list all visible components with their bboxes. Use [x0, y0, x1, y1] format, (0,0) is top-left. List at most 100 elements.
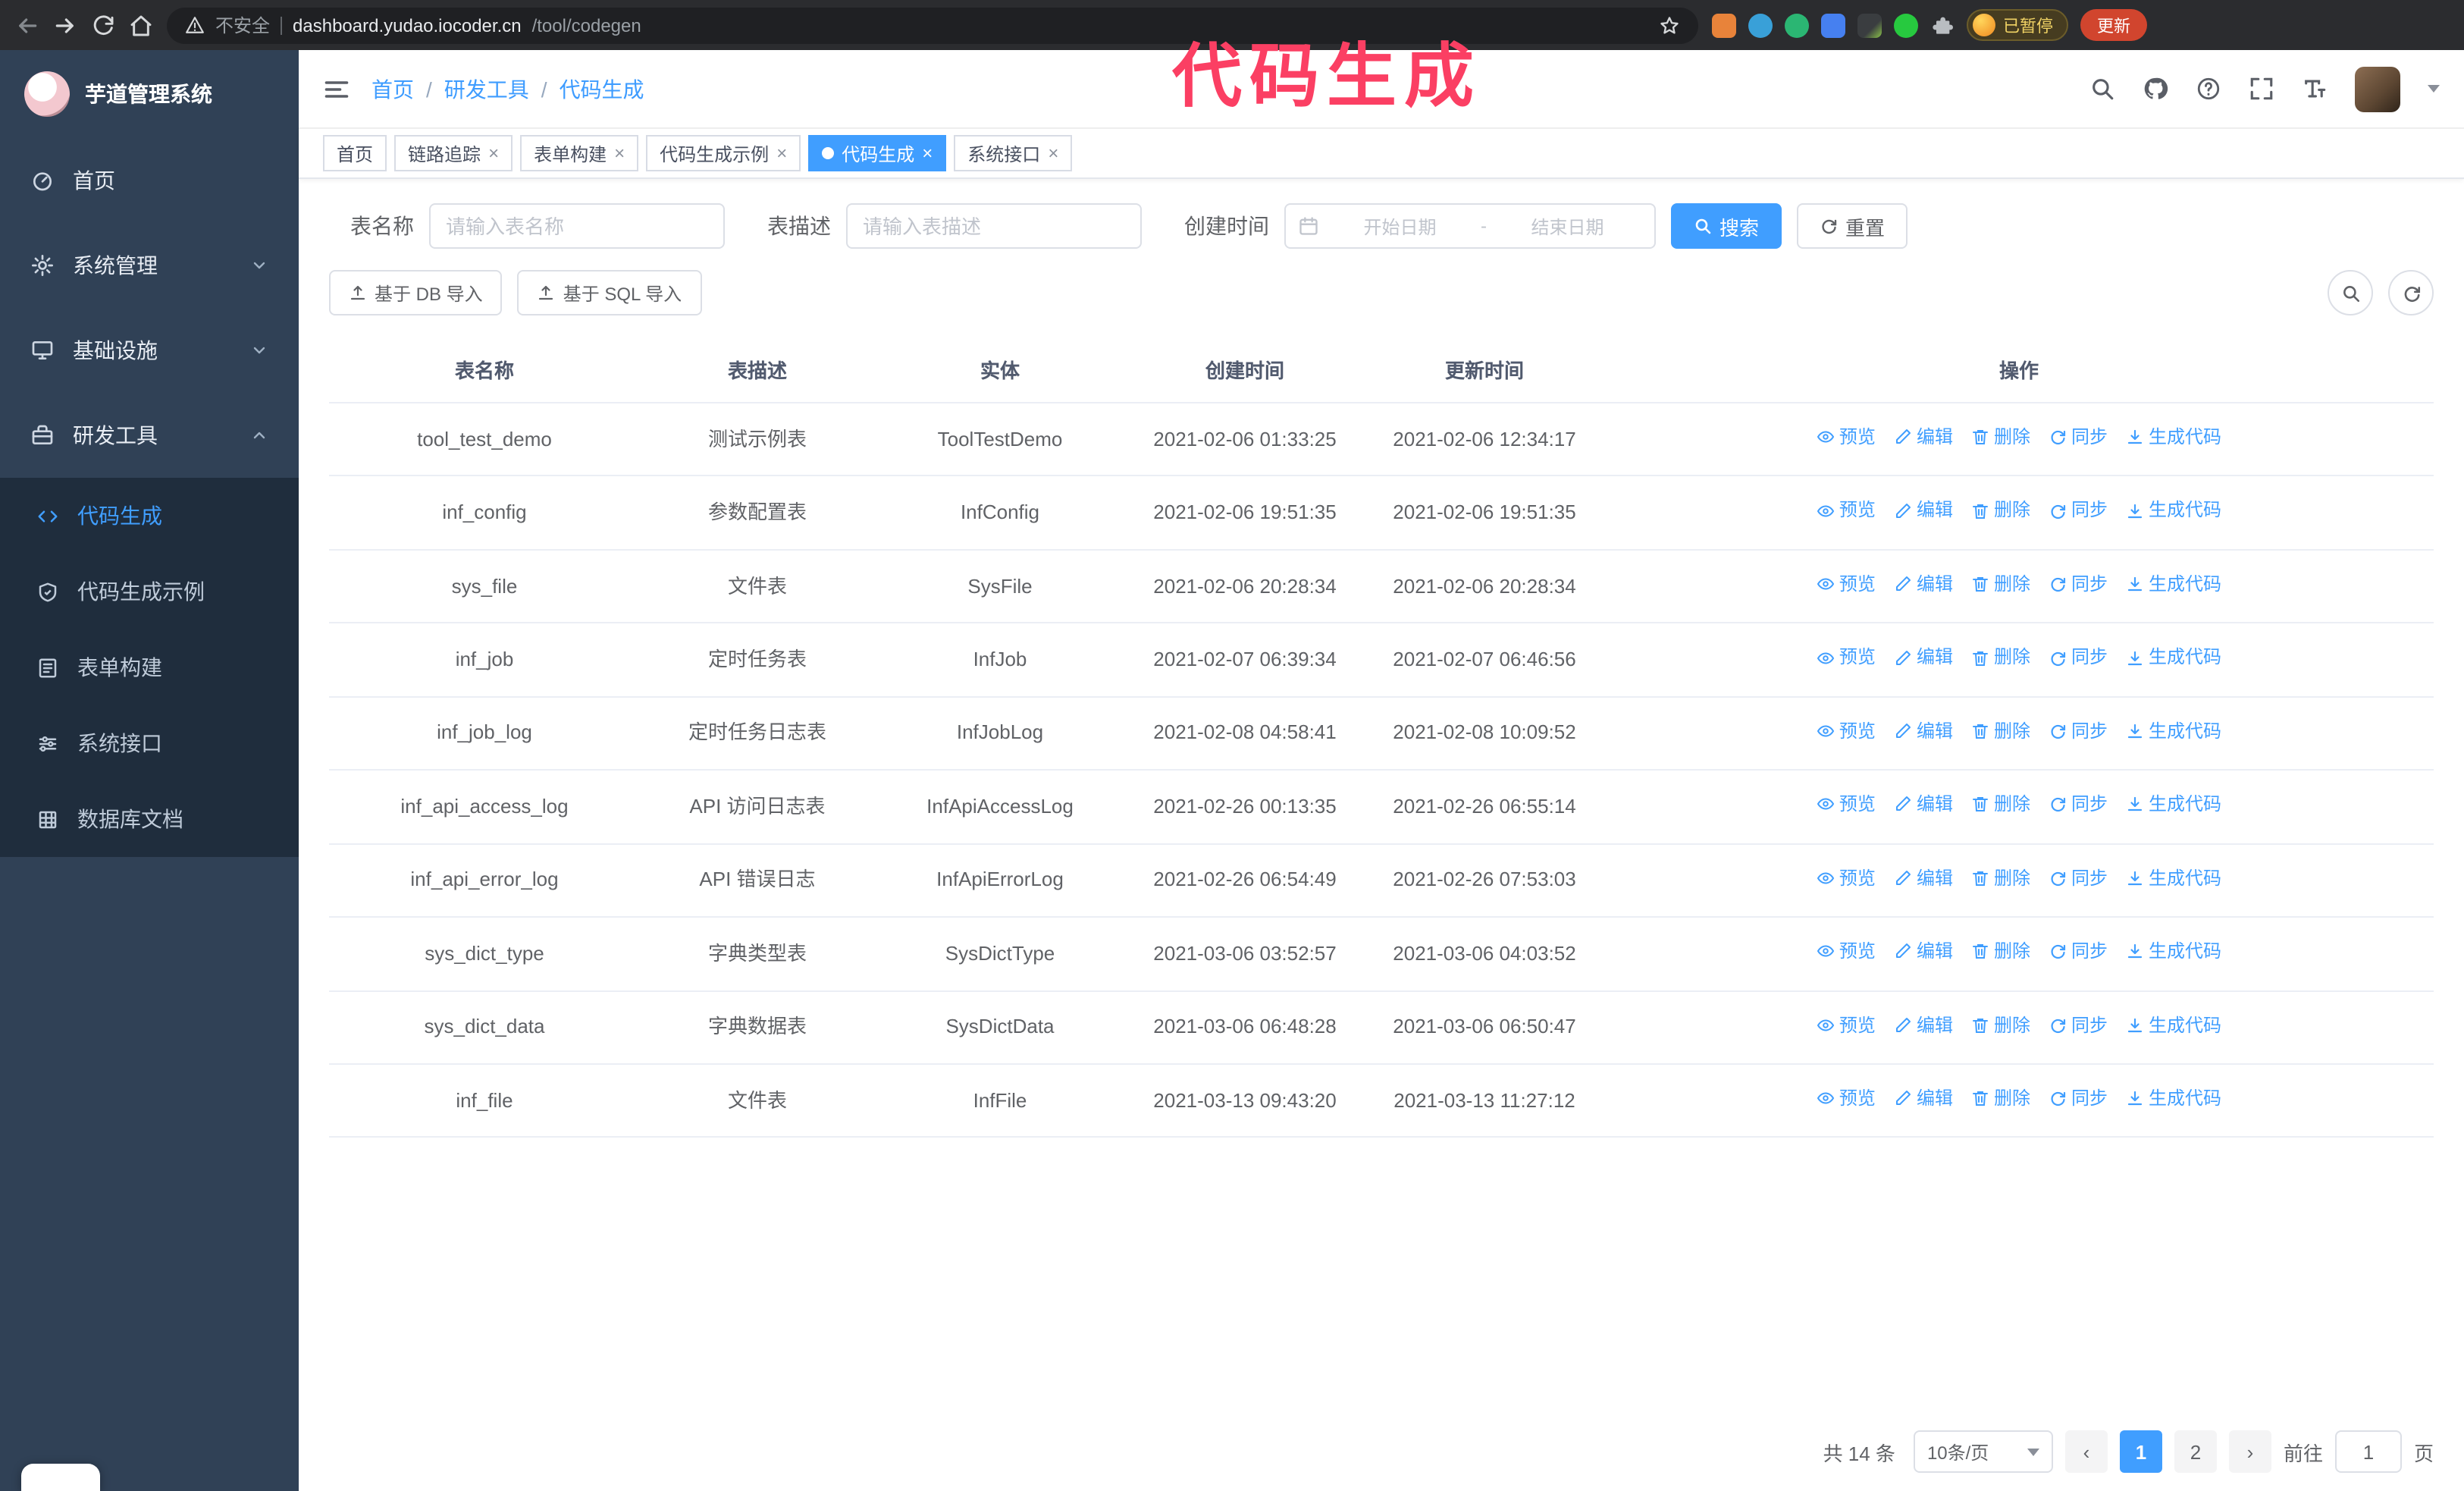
font-size-icon[interactable]: [2302, 76, 2328, 102]
sync-link[interactable]: 同步: [2049, 497, 2108, 525]
extension-icon[interactable]: [1748, 13, 1773, 37]
close-icon[interactable]: ×: [614, 144, 625, 162]
edit-link[interactable]: 编辑: [1894, 864, 1953, 892]
sidebar-item-home[interactable]: 首页: [0, 138, 299, 223]
edit-link[interactable]: 编辑: [1894, 790, 1953, 818]
user-avatar[interactable]: [2355, 66, 2400, 111]
preview-link[interactable]: 预览: [1817, 1085, 1876, 1113]
search-icon[interactable]: [2089, 76, 2115, 102]
sidebar-item-codegen-example[interactable]: 代码生成示例: [0, 554, 299, 629]
import-sql-button[interactable]: 基于 SQL 导入: [517, 270, 702, 315]
app-logo[interactable]: 芋道管理系统: [0, 50, 299, 138]
back-icon[interactable]: [15, 13, 39, 37]
edit-link[interactable]: 编辑: [1894, 937, 1953, 965]
tab-tracing[interactable]: 链路追踪 ×: [394, 135, 513, 171]
delete-link[interactable]: 删除: [1971, 864, 2030, 892]
page-button-1[interactable]: 1: [2119, 1430, 2162, 1473]
breadcrumb-devtools[interactable]: 研发工具: [444, 74, 529, 104]
delete-link[interactable]: 删除: [1971, 497, 2030, 525]
sidebar-item-devtools[interactable]: 研发工具: [0, 393, 299, 478]
preview-link[interactable]: 预览: [1817, 644, 1876, 672]
generate-link[interactable]: 生成代码: [2126, 790, 2221, 818]
avatar-caret-icon[interactable]: [2428, 85, 2440, 93]
sync-link[interactable]: 同步: [2049, 423, 2108, 451]
profile-paused-chip[interactable]: 已暂停: [1967, 9, 2068, 41]
close-icon[interactable]: ×: [776, 144, 787, 162]
delete-link[interactable]: 删除: [1971, 1011, 2030, 1039]
sidebar-item-system[interactable]: 系统管理: [0, 223, 299, 308]
sync-link[interactable]: 同步: [2049, 644, 2108, 672]
edit-link[interactable]: 编辑: [1894, 644, 1953, 672]
generate-link[interactable]: 生成代码: [2126, 864, 2221, 892]
extension-icon[interactable]: [1712, 13, 1736, 37]
home-icon[interactable]: [129, 13, 153, 37]
security-label[interactable]: 不安全: [215, 12, 270, 38]
preview-link[interactable]: 预览: [1817, 937, 1876, 965]
preview-link[interactable]: 预览: [1817, 1011, 1876, 1039]
generate-link[interactable]: 生成代码: [2126, 570, 2221, 598]
preview-link[interactable]: 预览: [1817, 570, 1876, 598]
extension-icon[interactable]: [1857, 13, 1882, 37]
sidebar-item-form-builder[interactable]: 表单构建: [0, 629, 299, 705]
breadcrumb-home[interactable]: 首页: [371, 74, 414, 104]
generate-link[interactable]: 生成代码: [2126, 644, 2221, 672]
reload-icon[interactable]: [91, 13, 115, 37]
address-bar[interactable]: 不安全 dashboard.yudao.iocoder.cn/tool/code…: [167, 7, 1698, 43]
fullscreen-icon[interactable]: [2249, 76, 2274, 102]
extension-icon[interactable]: [1785, 13, 1809, 37]
bookmark-star-icon[interactable]: [1659, 14, 1680, 36]
delete-link[interactable]: 删除: [1971, 644, 2030, 672]
preview-link[interactable]: 预览: [1817, 497, 1876, 525]
date-range-picker[interactable]: 开始日期 - 结束日期: [1284, 203, 1656, 249]
sync-link[interactable]: 同步: [2049, 717, 2108, 746]
next-page-button[interactable]: ›: [2228, 1430, 2271, 1473]
tab-form-builder[interactable]: 表单构建 ×: [520, 135, 639, 171]
edit-link[interactable]: 编辑: [1894, 717, 1953, 746]
help-icon[interactable]: [2196, 76, 2221, 102]
generate-link[interactable]: 生成代码: [2126, 497, 2221, 525]
refresh-table-button[interactable]: [2388, 270, 2434, 315]
preview-link[interactable]: 预览: [1817, 790, 1876, 818]
prev-page-button[interactable]: ‹: [2064, 1430, 2108, 1473]
generate-link[interactable]: 生成代码: [2126, 717, 2221, 746]
sync-link[interactable]: 同步: [2049, 1011, 2108, 1039]
import-db-button[interactable]: 基于 DB 导入: [329, 270, 503, 315]
tab-codegen[interactable]: 代码生成 ×: [808, 135, 947, 171]
close-icon[interactable]: ×: [1048, 144, 1058, 162]
sync-link[interactable]: 同步: [2049, 937, 2108, 965]
extension-icon[interactable]: [1894, 13, 1918, 37]
delete-link[interactable]: 删除: [1971, 937, 2030, 965]
forward-icon[interactable]: [53, 13, 77, 37]
delete-link[interactable]: 删除: [1971, 790, 2030, 818]
delete-link[interactable]: 删除: [1971, 570, 2030, 598]
sidebar-item-system-api[interactable]: 系统接口: [0, 705, 299, 781]
sync-link[interactable]: 同步: [2049, 1085, 2108, 1113]
collapse-sidebar-icon[interactable]: [323, 75, 350, 102]
tab-system-api[interactable]: 系统接口 ×: [954, 135, 1073, 171]
close-icon[interactable]: ×: [488, 144, 499, 162]
generate-link[interactable]: 生成代码: [2126, 423, 2221, 451]
edit-link[interactable]: 编辑: [1894, 1085, 1953, 1113]
page-size-select[interactable]: 10条/页: [1913, 1430, 2053, 1473]
edit-link[interactable]: 编辑: [1894, 423, 1953, 451]
table-desc-input[interactable]: [846, 203, 1142, 249]
delete-link[interactable]: 删除: [1971, 1085, 2030, 1113]
page-button-2[interactable]: 2: [2174, 1430, 2217, 1473]
search-button[interactable]: 搜索: [1671, 203, 1782, 249]
sidebar-item-codegen[interactable]: 代码生成: [0, 478, 299, 554]
preview-link[interactable]: 预览: [1817, 423, 1876, 451]
sidebar-item-infra[interactable]: 基础设施: [0, 308, 299, 393]
tab-codegen-example[interactable]: 代码生成示例 ×: [646, 135, 801, 171]
delete-link[interactable]: 删除: [1971, 423, 2030, 451]
toggle-search-button[interactable]: [2328, 270, 2373, 315]
close-icon[interactable]: ×: [922, 144, 933, 162]
sync-link[interactable]: 同步: [2049, 790, 2108, 818]
tab-home[interactable]: 首页: [323, 135, 387, 171]
goto-page-input[interactable]: [2334, 1430, 2402, 1473]
preview-link[interactable]: 预览: [1817, 864, 1876, 892]
github-icon[interactable]: [2143, 76, 2168, 102]
table-name-input[interactable]: [429, 203, 725, 249]
generate-link[interactable]: 生成代码: [2126, 1011, 2221, 1039]
edit-link[interactable]: 编辑: [1894, 570, 1953, 598]
sync-link[interactable]: 同步: [2049, 570, 2108, 598]
